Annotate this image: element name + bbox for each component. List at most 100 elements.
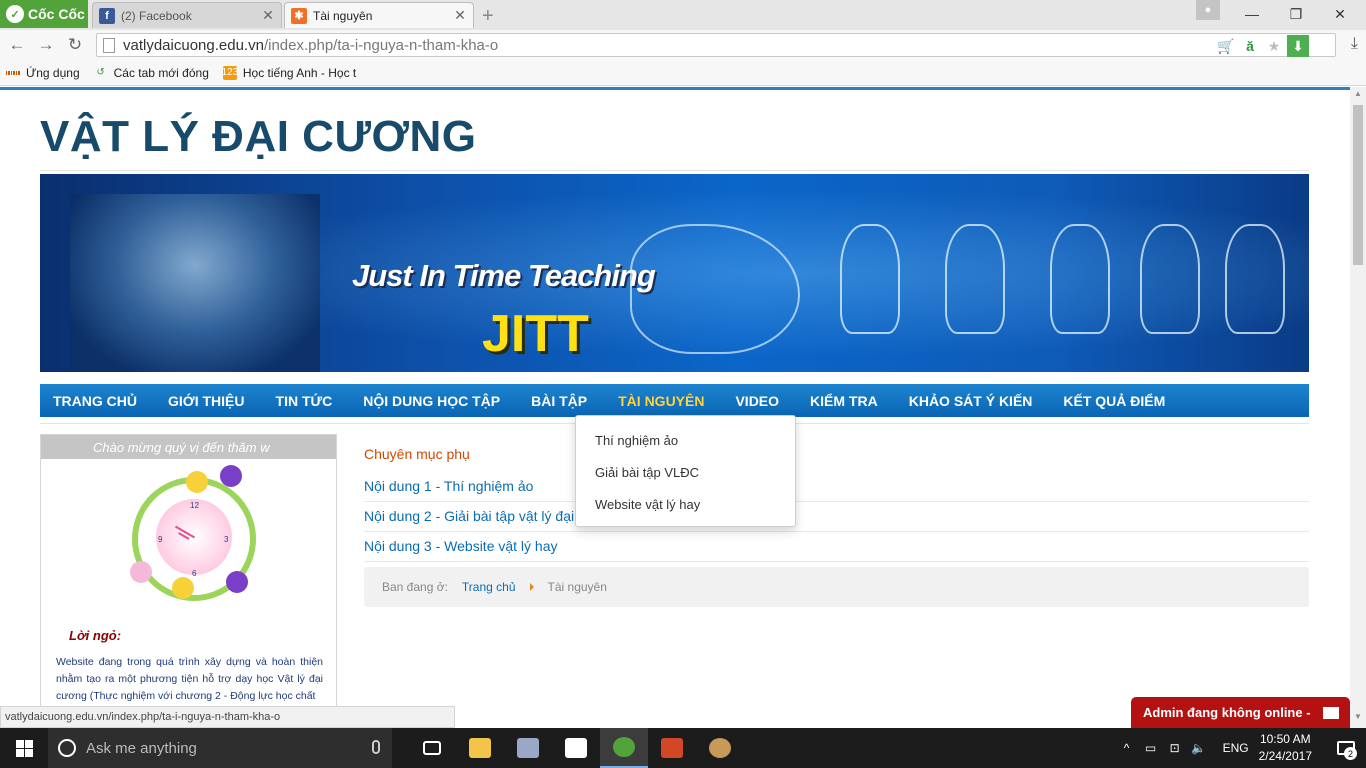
action-center-button[interactable]: 2 xyxy=(1326,728,1366,768)
status-url-bar: vatlydaicuong.edu.vn/index.php/ta-i-nguy… xyxy=(0,706,455,728)
taskbar-clock[interactable]: 10:50 AM 2/24/2017 xyxy=(1259,731,1312,765)
dropdown-item-website-vat-ly[interactable]: Website vật lý hay xyxy=(576,488,795,520)
file-explorer-button[interactable] xyxy=(456,728,504,768)
store-bag-icon xyxy=(565,738,587,758)
cortana-icon xyxy=(58,739,76,757)
flower-decoration xyxy=(226,571,248,593)
start-button[interactable] xyxy=(0,728,48,768)
store-button[interactable] xyxy=(552,728,600,768)
welcome-module: Chào mừng quý vị đến thăm w 12 3 6 9 Lời… xyxy=(40,434,337,728)
scroll-down-icon[interactable]: ▼ xyxy=(1350,712,1366,726)
battery-icon[interactable]: ▭ xyxy=(1141,741,1161,755)
clock-numeral: 9 xyxy=(158,535,163,544)
category-link[interactable]: Nội dung 2 - Giải bài tập vật lý đại c xyxy=(364,502,1309,532)
maximize-button[interactable]: ❐ xyxy=(1274,0,1318,28)
search-placeholder: Ask me anything xyxy=(86,739,197,757)
network-icon[interactable]: ⊡ xyxy=(1165,741,1185,755)
close-tab-icon[interactable]: ✕ xyxy=(261,7,275,24)
palette-icon xyxy=(709,738,731,758)
page-icon xyxy=(103,37,115,53)
vietnamese-input-icon[interactable]: ă xyxy=(1239,35,1261,57)
nav-tin-tuc[interactable]: TIN TỨC xyxy=(276,393,333,409)
breadcrumb: Ban đang ở: Trang chủ Tài nguyên xyxy=(364,567,1309,607)
flower-decoration xyxy=(220,465,242,487)
clock-date: 2/24/2017 xyxy=(1258,749,1312,763)
nav-khao-sat-y-kien[interactable]: KHẢO SÁT Ý KIẾN xyxy=(909,393,1033,409)
task-view-button[interactable] xyxy=(408,728,456,768)
download-icon[interactable]: ⬇ xyxy=(1287,35,1309,57)
scroll-up-icon[interactable]: ▲ xyxy=(1350,89,1366,103)
bookmark-apps[interactable]: Ứng dụng xyxy=(5,66,80,80)
nav-tai-nguyen[interactable]: TÀI NGUYÊN xyxy=(618,393,704,409)
new-tab-button[interactable]: + xyxy=(482,5,494,28)
dropdown-item-giai-bai-tap[interactable]: Giải bài tập VLĐC xyxy=(576,456,795,488)
user-profile-icon[interactable]: ● xyxy=(1196,0,1220,20)
windows-taskbar: Ask me anything ^ ▭ ⊡ 🔈 ENG 10:50 AM 2/2… xyxy=(0,728,1366,768)
tab-title: Tài nguyên xyxy=(313,8,373,23)
microphone-icon[interactable] xyxy=(372,740,380,754)
einstein-image xyxy=(70,194,320,372)
scrollbar-thumb[interactable] xyxy=(1353,105,1363,265)
forward-button[interactable]: → xyxy=(35,34,57,56)
powerpoint-button[interactable] xyxy=(648,728,696,768)
category-link[interactable]: Nội dung 1 - Thí nghiệm ảo xyxy=(364,472,1309,502)
nav-ket-qua-diem[interactable]: KẾT QUẢ ĐIỂM xyxy=(1063,393,1165,409)
nav-trang-chu[interactable]: TRANG CHỦ xyxy=(53,393,137,409)
nav-noi-dung-hoc-tap[interactable]: NỘI DUNG HỌC TẬP xyxy=(363,393,500,409)
dropdown-item-thi-nghiem-ao[interactable]: Thí nghiệm ảo xyxy=(576,424,795,456)
system-tray: ^ ▭ ⊡ 🔈 ENG 10:50 AM 2/24/2017 2 xyxy=(1115,728,1366,768)
flower-decoration xyxy=(186,471,208,493)
chat-status-label: Admin đang không online - xyxy=(1143,705,1311,720)
cortana-search-box[interactable]: Ask me anything xyxy=(48,728,392,768)
coccoc-menu-button[interactable]: ✓ Cốc Cốc xyxy=(0,0,88,28)
breadcrumb-current: Tài nguyên xyxy=(547,580,607,594)
main-nav: TRANG CHỦ GIỚI THIỆU TIN TỨC NỘI DUNG HỌ… xyxy=(40,384,1309,417)
browser-tab-strip: ✓ Cốc Cốc f (2) Facebook ✕ ✱ Tài nguyên … xyxy=(0,0,1366,30)
page-scrollbar[interactable]: ▲ ▼ xyxy=(1350,87,1366,728)
url-path: /index.php/ta-i-nguya-n-tham-kha-o xyxy=(263,36,499,54)
clock-numeral: 3 xyxy=(224,535,229,544)
chevron-up-icon[interactable]: ^ xyxy=(1117,741,1137,755)
close-window-button[interactable]: ✕ xyxy=(1318,0,1362,28)
nav-kiem-tra[interactable]: KIỂM TRA xyxy=(810,393,878,409)
runner-figure xyxy=(945,224,1005,334)
download-manager-icon[interactable]: ⤓ xyxy=(1351,35,1358,53)
minimize-button[interactable]: — xyxy=(1230,0,1274,28)
scissors-icon xyxy=(517,738,539,758)
site-title[interactable]: VẬT LÝ ĐẠI CƯƠNG xyxy=(40,112,476,162)
category-link[interactable]: Nội dung 3 - Website vật lý hay xyxy=(364,532,1309,562)
language-indicator[interactable]: ENG xyxy=(1223,741,1249,755)
divider xyxy=(40,170,1309,171)
nav-video[interactable]: VIDEO xyxy=(735,393,779,409)
tab-title: (2) Facebook xyxy=(121,8,192,23)
breadcrumb-home-link[interactable]: Trang chủ xyxy=(462,580,516,594)
notification-count: 2 xyxy=(1344,747,1357,760)
shopping-cart-icon[interactable]: 🛒 xyxy=(1215,35,1237,57)
clock-numeral: 12 xyxy=(190,501,199,510)
bookmark-recent-tabs[interactable]: ↺ Các tab mới đóng xyxy=(94,66,208,80)
intro-text: Website đang trong quá trình xây dựng và… xyxy=(56,656,323,702)
volume-icon[interactable]: 🔈 xyxy=(1189,741,1209,755)
back-button[interactable]: ← xyxy=(6,34,28,56)
bookmark-star-icon[interactable]: ★ xyxy=(1263,35,1285,57)
nav-gioi-thieu[interactable]: GIỚI THIỆU xyxy=(168,393,245,409)
tab-facebook[interactable]: f (2) Facebook ✕ xyxy=(92,2,282,28)
facebook-icon: f xyxy=(99,7,115,24)
nav-bai-tap[interactable]: BÀI TẬP xyxy=(531,393,587,409)
close-tab-icon[interactable]: ✕ xyxy=(453,7,467,24)
tab-tai-nguyen[interactable]: ✱ Tài nguyên ✕ xyxy=(284,2,474,28)
header-banner: Just In Time Teaching JITT xyxy=(40,174,1309,372)
paint-button[interactable] xyxy=(696,728,744,768)
support-chat-tab[interactable]: Admin đang không online - xyxy=(1131,697,1350,728)
breadcrumb-prefix: Ban đang ở: xyxy=(382,580,448,594)
clock-time: 10:50 AM xyxy=(1259,732,1311,746)
address-bar[interactable]: vatlydaicuong.edu.vn/index.php/ta-i-nguy… xyxy=(96,33,1336,57)
coccoc-taskbar-button[interactable] xyxy=(600,728,648,768)
banner-jitt: JITT xyxy=(482,305,589,363)
flower-clock-image: 12 3 6 9 xyxy=(126,465,262,605)
bookmark-hoc-tieng-anh[interactable]: 123 Học tiếng Anh - Học t xyxy=(222,65,356,80)
paint-tool-button[interactable] xyxy=(504,728,552,768)
runner-figure xyxy=(1050,224,1110,334)
subcategory-heading: Chuyên mục phụ xyxy=(364,446,470,462)
reload-button[interactable]: ↻ xyxy=(64,34,86,56)
